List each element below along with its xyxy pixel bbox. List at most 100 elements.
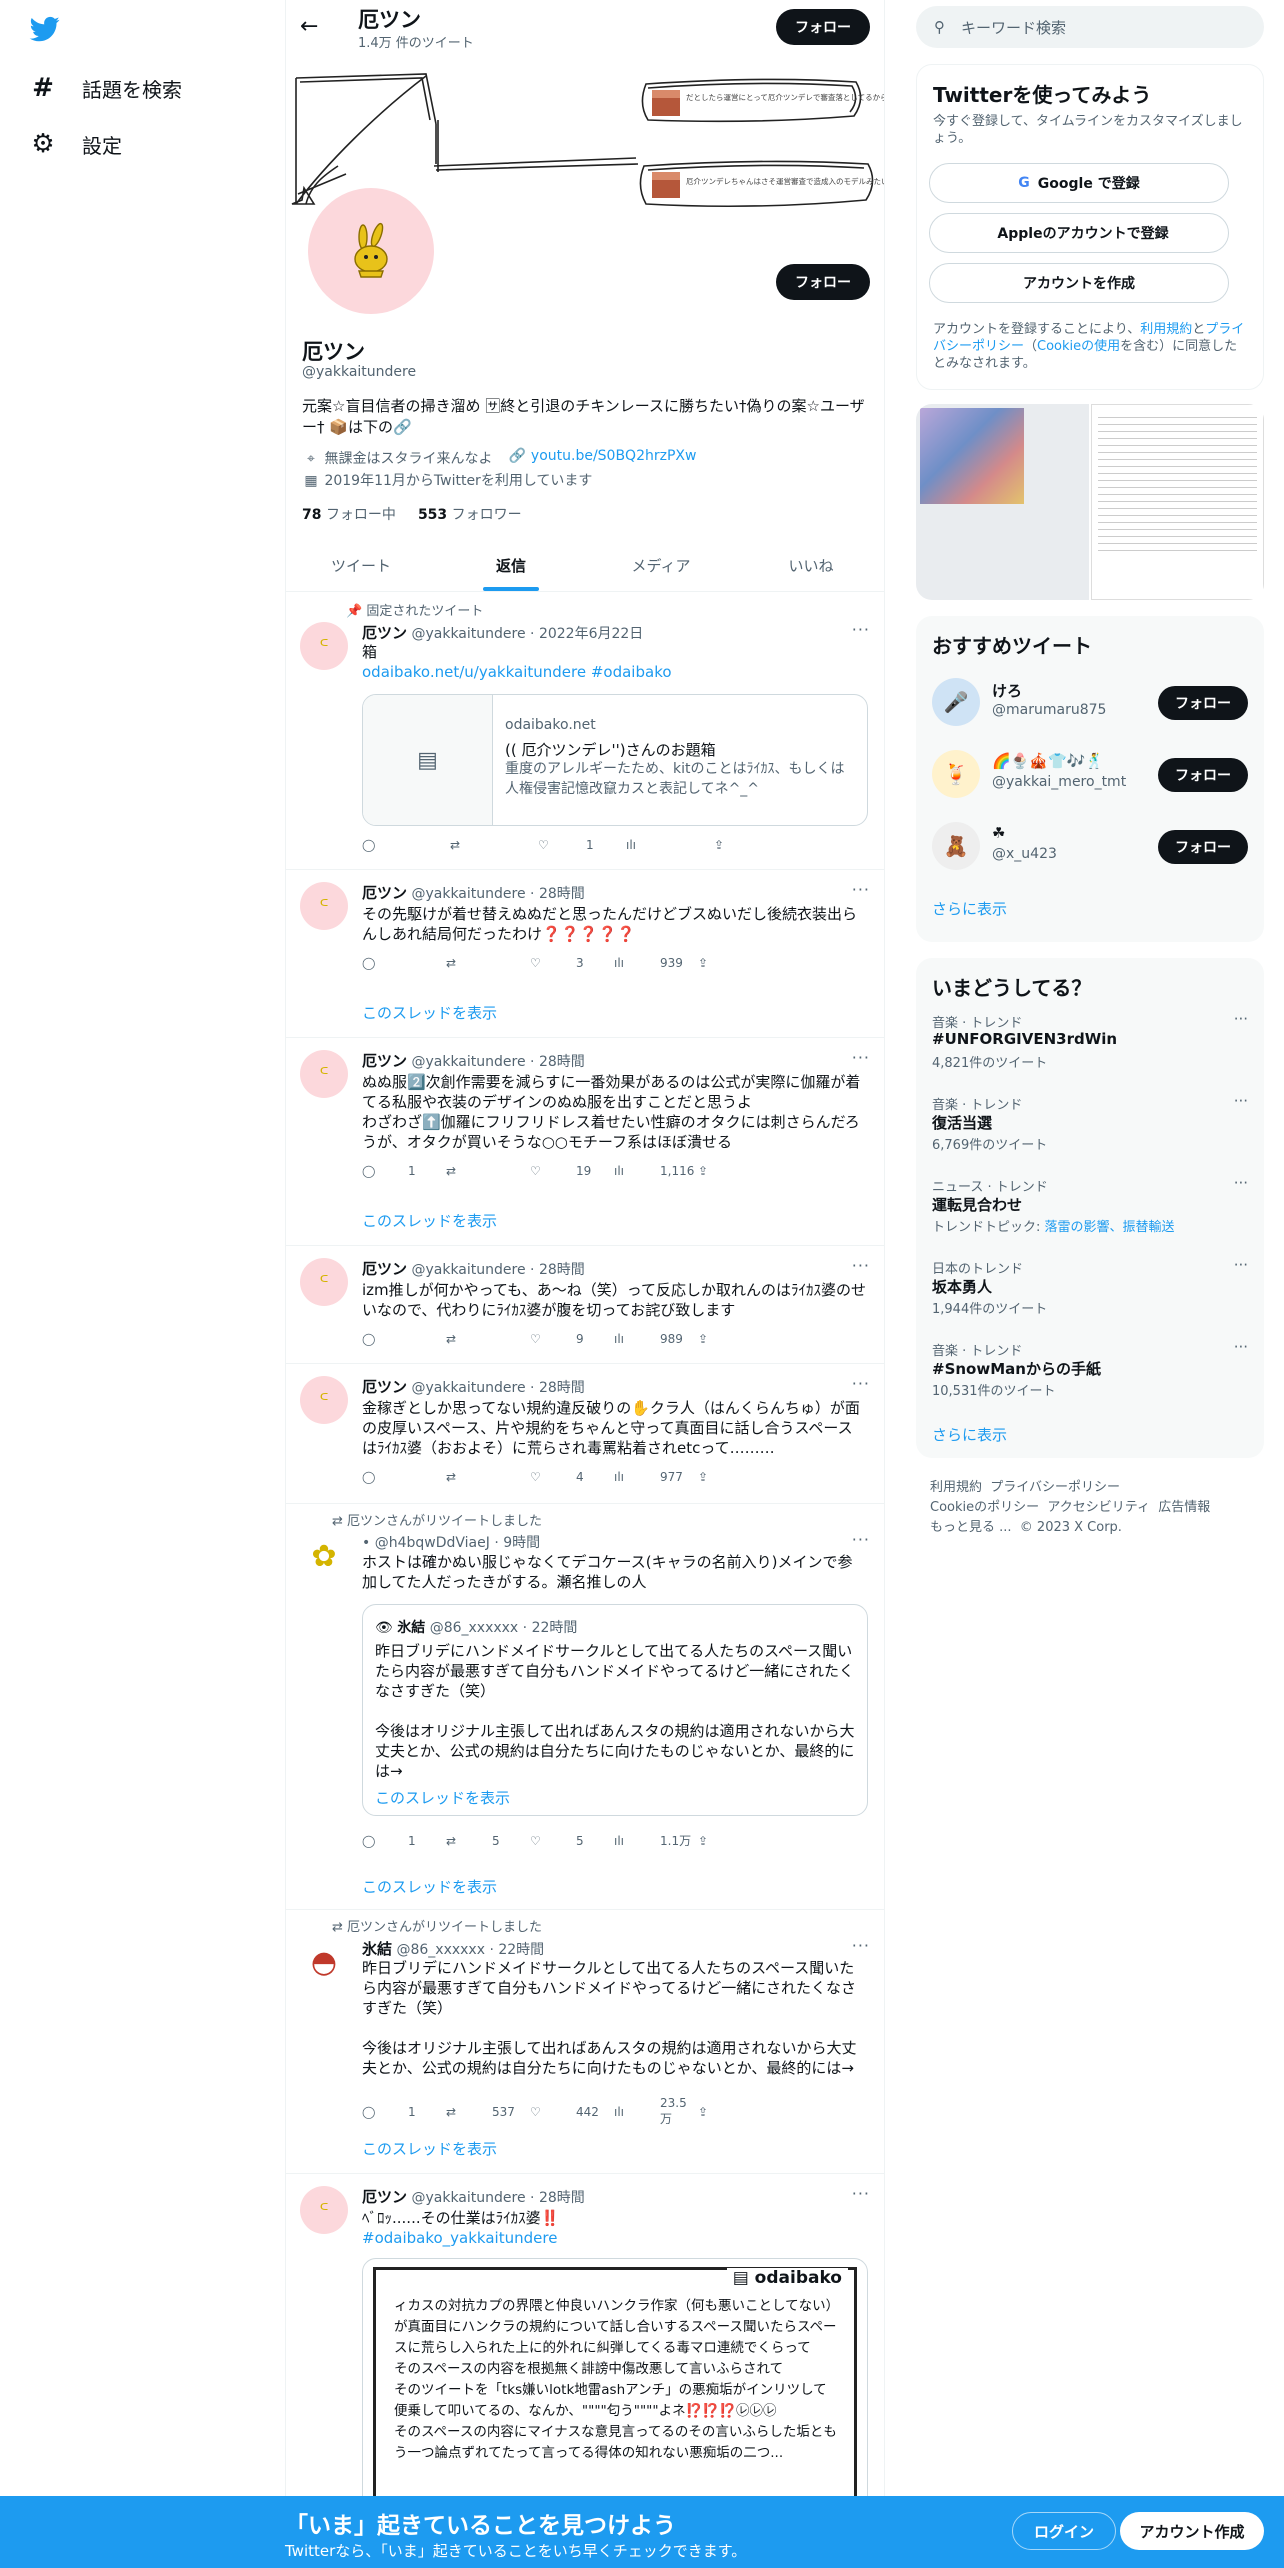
tweet-item[interactable]: ᒼ 厄ツン @yakkaitundere · 28時間 ··· 金稼ぎとしか思っ…	[286, 1364, 884, 1504]
suggest-more-link[interactable]: さらに表示	[932, 898, 1007, 919]
show-thread-link[interactable]: このスレッドを表示	[362, 1002, 497, 1023]
twitter-bird-icon[interactable]	[28, 14, 62, 44]
share-button[interactable]: ⇪	[698, 1470, 782, 1484]
profile-avatar[interactable]	[304, 184, 438, 318]
share-button[interactable]: ⇪	[698, 1832, 782, 1849]
show-thread-link[interactable]: このスレッドを表示	[362, 1210, 497, 1231]
suggest-name[interactable]: けろ	[992, 680, 1022, 701]
more-icon[interactable]: ···	[1234, 1174, 1248, 1192]
media-thumb[interactable]	[916, 404, 1089, 600]
avatar[interactable]: ᒼ	[300, 2186, 348, 2234]
profile-follow-button[interactable]: フォロー	[776, 264, 870, 300]
more-icon[interactable]: ···	[1234, 1256, 1248, 1274]
views-button[interactable]: ılı 23.5万	[614, 2096, 698, 2127]
tweet-item[interactable]: ⇄ 厄ツンさんがリツイートしました ◓ 氷結 @86_xxxxxx · 22時間…	[286, 1910, 884, 2174]
tweet-time[interactable]: 2022年6月22日	[539, 626, 643, 642]
more-icon[interactable]: ···	[852, 1048, 870, 1067]
views-button[interactable]: ılı 939	[614, 956, 698, 970]
tweet-item[interactable]: ᒼ 厄ツン @yakkaitundere · 28時間 ··· その先駆けが着せ…	[286, 870, 884, 1038]
share-button[interactable]: ⇪	[698, 1332, 782, 1346]
retweet-button[interactable]: ⇄	[450, 838, 538, 852]
more-icon[interactable]: ···	[852, 1936, 870, 1955]
like-button[interactable]: ♡ 3	[530, 956, 614, 970]
tweet-time[interactable]: 28時間	[539, 1054, 585, 1070]
trends-more-link[interactable]: さらに表示	[932, 1424, 1007, 1445]
avatar[interactable]: ᒼ	[300, 882, 348, 930]
tweet-time[interactable]: 28時間	[539, 2190, 585, 2206]
avatar[interactable]: 🎤	[932, 678, 980, 726]
header-follow-button[interactable]: フォロー	[776, 9, 870, 45]
author-name[interactable]: 厄ツン	[362, 2188, 407, 2206]
tweet-time[interactable]: 22時間	[498, 1942, 544, 1958]
tweet-item[interactable]: 📌 固定されたツイート ᒼ 厄ツン @yakkaitundere · 2022年…	[286, 592, 884, 870]
following-stat[interactable]: 78 フォロー中	[302, 504, 396, 524]
reply-button[interactable]: ◯ 1	[362, 1164, 446, 1178]
more-icon[interactable]: ···	[852, 880, 870, 899]
retweet-button[interactable]: ⇄	[446, 1332, 530, 1346]
views-button[interactable]: ılı 1.1万	[614, 1832, 698, 1849]
share-button[interactable]: ⇪	[698, 956, 782, 970]
tab-replies[interactable]: 返信	[436, 540, 586, 591]
suggest-follow-button[interactable]: フォロー	[1158, 758, 1248, 792]
tweet-item[interactable]: ᒼ 厄ツン @yakkaitundere · 28時間 ··· izm推しが何か…	[286, 1246, 884, 1364]
author-name[interactable]: 厄ツン	[362, 1052, 407, 1070]
footer-ads-link[interactable]: 広告情報	[1158, 1500, 1210, 1515]
tab-tweets[interactable]: ツイート	[286, 540, 436, 591]
link-card[interactable]: ▤ odaibako.net (( 厄介ツンデレ'')さんのお題箱 重度のアレル…	[362, 694, 868, 826]
views-button[interactable]: ılı 977	[614, 1470, 698, 1484]
tab-likes[interactable]: いいね	[736, 540, 884, 591]
footer-privacy-link[interactable]: プライバシーポリシー	[990, 1480, 1120, 1495]
more-icon[interactable]: ···	[1234, 1010, 1248, 1028]
back-arrow-icon[interactable]: ←	[300, 14, 318, 39]
reply-button[interactable]: ◯ 1	[362, 1832, 446, 1849]
avatar[interactable]: ᒼ	[300, 622, 348, 670]
reply-button[interactable]: ◯	[362, 1332, 446, 1346]
more-icon[interactable]: ···	[852, 2184, 870, 2203]
like-button[interactable]: ♡ 5	[530, 1832, 614, 1849]
reply-button[interactable]: ◯	[362, 1470, 446, 1484]
author-name[interactable]: 厄ツン	[362, 624, 407, 642]
media-thumb[interactable]	[1091, 404, 1264, 600]
tweet-time[interactable]: 28時間	[539, 1380, 585, 1396]
create-account-button[interactable]: アカウントを作成	[929, 263, 1229, 303]
suggest-follow-button[interactable]: フォロー	[1158, 830, 1248, 864]
cookie-link[interactable]: Cookieの使用	[1037, 339, 1120, 354]
views-button[interactable]: ılı 1,116	[614, 1164, 698, 1178]
like-button[interactable]: ♡ 9	[530, 1332, 614, 1346]
share-button[interactable]: ⇪	[698, 2096, 782, 2127]
tab-media[interactable]: メディア	[586, 540, 736, 591]
apple-signup-button[interactable]: Appleのアカウントで登録	[929, 213, 1229, 253]
quoted-tweet[interactable]: 👁 氷結 @86_xxxxxx · 22時間 昨日ブリデにハンドメイドサークルと…	[362, 1604, 868, 1816]
footer-more-link[interactable]: もっと見る ...	[930, 1520, 1012, 1535]
tweet-item[interactable]: ⇄ 厄ツンさんがリツイートしました ✿ • @h4bqwDdViaeJ · 9時…	[286, 1504, 884, 1910]
retweet-button[interactable]: ⇄ 537	[446, 2096, 530, 2127]
tweet-time[interactable]: 9時間	[503, 1535, 540, 1551]
more-icon[interactable]: ···	[852, 620, 870, 639]
trend-topic-link[interactable]: 落雷の影響、振替輸送	[1045, 1220, 1175, 1235]
like-button[interactable]: ♡ 4	[530, 1470, 614, 1484]
reply-button[interactable]: ◯	[362, 838, 450, 852]
more-icon[interactable]: ···	[852, 1256, 870, 1275]
suggest-name[interactable]: 🌈🍨🎪👕🎶🕺	[992, 752, 1104, 770]
more-icon[interactable]: ···	[1234, 1338, 1248, 1356]
more-icon[interactable]: ···	[852, 1530, 870, 1549]
show-thread-link[interactable]: このスレッドを表示	[362, 1876, 497, 1897]
retweet-button[interactable]: ⇄	[446, 1164, 530, 1178]
like-button[interactable]: ♡ 19	[530, 1164, 614, 1178]
author-name[interactable]: 氷結	[362, 1940, 392, 1958]
avatar[interactable]: ᒼ	[300, 1050, 348, 1098]
footer-accessibility-link[interactable]: アクセシビリティ	[1047, 1500, 1150, 1515]
search-input[interactable]: ⚲ キーワード検索	[916, 6, 1264, 48]
tweet-links[interactable]: odaibako.net/u/yakkaitundere #odaibako	[362, 662, 867, 682]
views-button[interactable]: ılı 989	[614, 1332, 698, 1346]
more-icon[interactable]: ···	[1234, 1092, 1248, 1110]
suggest-name[interactable]: ☘	[992, 824, 1005, 842]
avatar[interactable]: ᒼ	[300, 1376, 348, 1424]
retweet-button[interactable]: ⇄	[446, 956, 530, 970]
reply-button[interactable]: ◯	[362, 956, 446, 970]
signup-button[interactable]: アカウント作成	[1120, 2512, 1264, 2550]
footer-terms-link[interactable]: 利用規約	[930, 1480, 982, 1495]
terms-link[interactable]: 利用規約	[1140, 322, 1192, 337]
footer-cookie-link[interactable]: Cookieのポリシー	[930, 1500, 1039, 1515]
reply-button[interactable]: ◯ 1	[362, 2096, 446, 2127]
